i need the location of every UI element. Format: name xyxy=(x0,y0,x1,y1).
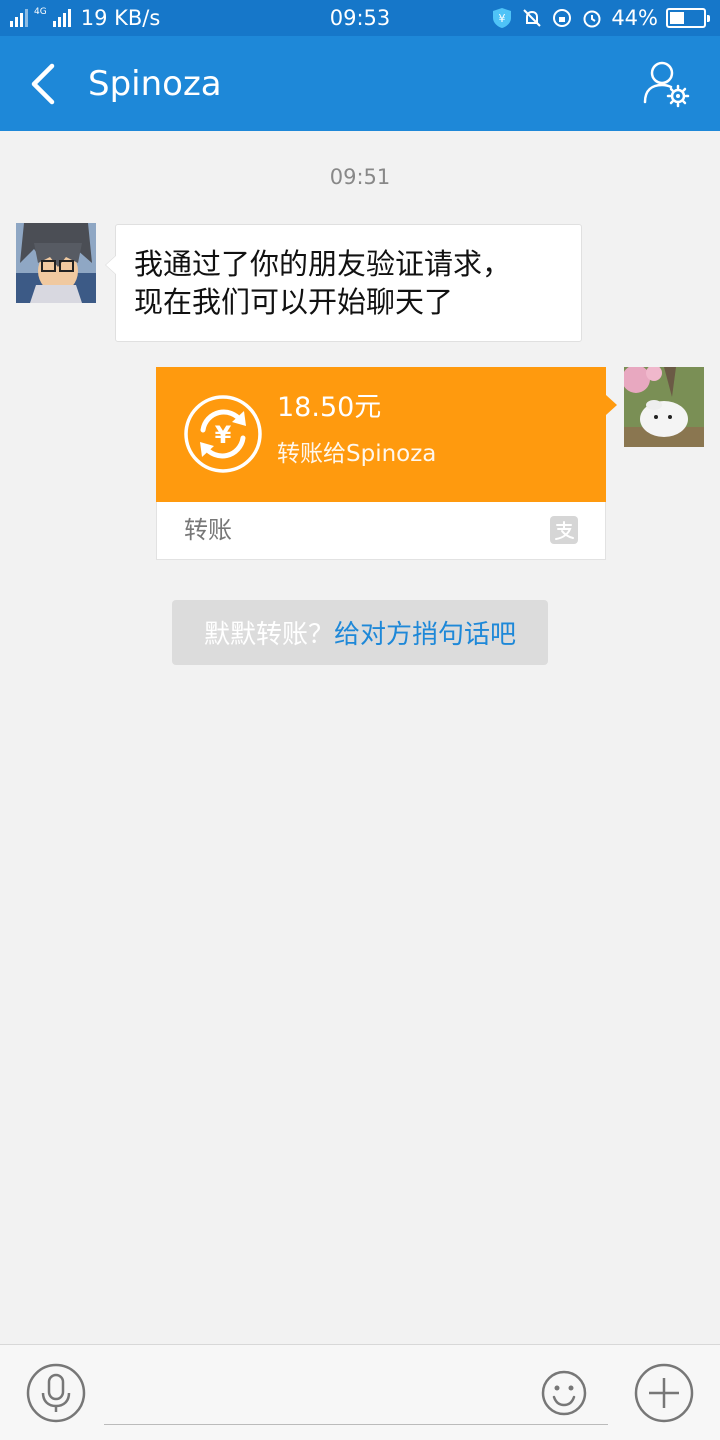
message-line-2: 现在我们可以开始聊天了 xyxy=(134,285,454,319)
input-bar xyxy=(0,1344,720,1440)
plus-icon xyxy=(634,1363,694,1423)
battery-icon xyxy=(666,8,710,28)
status-bar: 4G 19 KB/s 09:53 ¥ 44% xyxy=(0,0,720,36)
chevron-left-icon xyxy=(31,63,55,105)
microphone-icon xyxy=(26,1363,86,1423)
hint-link[interactable]: 给对方捎句话吧 xyxy=(334,614,516,651)
more-button[interactable] xyxy=(634,1363,694,1423)
yuan-transfer-icon: ¥ xyxy=(184,395,262,473)
transfer-description: 转账给Spinoza xyxy=(277,441,437,467)
transfer-amount: 18.50元 xyxy=(277,392,382,423)
shield-yuan-icon: ¥ xyxy=(493,8,512,28)
emoji-icon xyxy=(541,1370,587,1416)
transfer-card-footer: 转账 xyxy=(156,502,606,560)
page-title: Spinoza xyxy=(88,64,222,104)
battery-percent: 44% xyxy=(611,6,658,30)
rotation-lock-icon xyxy=(553,9,572,27)
incoming-message-bubble[interactable]: 我通过了你的朋友验证请求， 现在我们可以开始聊天了 xyxy=(105,224,582,342)
transfer-card[interactable]: ¥ 18.50元 转账给Spinoza 转账 xyxy=(156,367,617,560)
emoji-button[interactable] xyxy=(540,1369,588,1417)
hint-text: 默默转账？ xyxy=(203,620,334,650)
voice-button[interactable] xyxy=(26,1363,86,1423)
alipay-icon xyxy=(550,516,578,544)
back-button[interactable] xyxy=(18,56,68,112)
status-right: ¥ 44% xyxy=(491,0,710,36)
svg-text:¥: ¥ xyxy=(215,421,232,449)
alarm-icon xyxy=(583,10,601,28)
user-settings-icon xyxy=(643,61,690,108)
transfer-label: 转账 xyxy=(184,516,232,544)
my-avatar[interactable] xyxy=(624,367,704,447)
contact-avatar[interactable] xyxy=(16,223,96,303)
transfer-card-top: ¥ 18.50元 转账给Spinoza xyxy=(156,367,617,502)
profile-settings-button[interactable] xyxy=(642,58,694,110)
message-input[interactable] xyxy=(104,1365,608,1425)
message-timestamp: 09:51 xyxy=(329,165,391,189)
mute-vibrate-icon xyxy=(523,9,542,27)
message-line-1: 我通过了你的朋友验证请求， xyxy=(134,247,512,281)
chat-header: Spinoza xyxy=(0,36,720,131)
svg-text:¥: ¥ xyxy=(499,12,506,25)
transfer-hint: 默默转账？ 给对方捎句话吧 xyxy=(172,600,548,665)
